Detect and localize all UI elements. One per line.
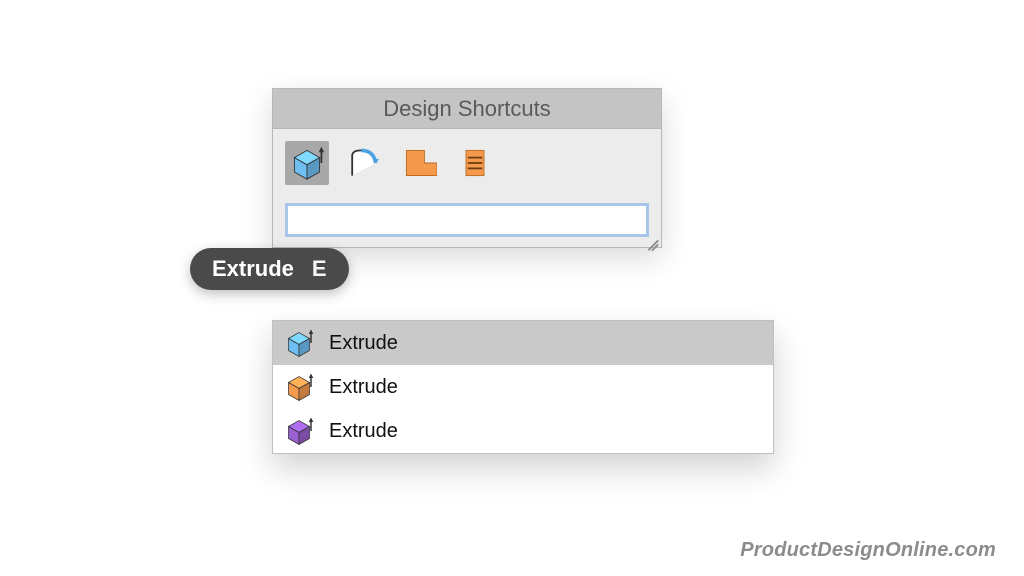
suggestion-label: Extrude [329, 420, 398, 443]
suggestion-dropdown: Extrude Extrude Extrude [272, 320, 774, 454]
search-input[interactable] [285, 203, 649, 237]
tooltip-label: Extrude [212, 256, 294, 282]
loft-icon[interactable] [453, 141, 497, 185]
panel-title: Design Shortcuts [273, 89, 661, 129]
suggestion-item[interactable]: Extrude [273, 321, 773, 365]
extrude-icon[interactable] [285, 141, 329, 185]
sweep-icon[interactable] [397, 141, 441, 185]
design-shortcuts-panel: Design Shortcuts [272, 88, 662, 248]
suggestion-item[interactable]: Extrude [273, 365, 773, 409]
tooltip: Extrude E [190, 248, 349, 290]
panel-body [273, 129, 661, 247]
watermark-text: ProductDesignOnline.com [740, 539, 996, 562]
tooltip-shortcut: E [312, 256, 327, 282]
toolbar-icon-row [285, 141, 649, 185]
extrude-icon [283, 415, 315, 447]
extrude-icon [283, 371, 315, 403]
suggestion-label: Extrude [329, 332, 398, 355]
suggestion-label: Extrude [329, 376, 398, 399]
suggestion-item[interactable]: Extrude [273, 409, 773, 453]
extrude-icon [283, 327, 315, 359]
revolve-icon[interactable] [341, 141, 385, 185]
resize-grip-icon[interactable] [643, 229, 659, 245]
